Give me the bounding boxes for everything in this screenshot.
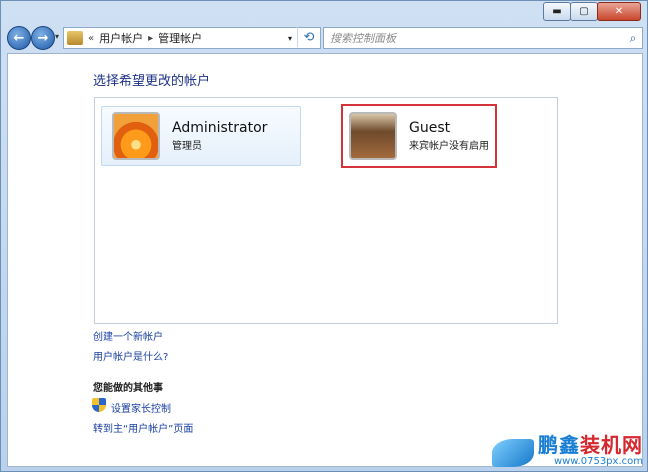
- breadcrumb-item-manage-accounts[interactable]: 管理帐户: [158, 30, 202, 46]
- recent-pages-dropdown[interactable]: ▾: [55, 32, 59, 41]
- window: ▬ ▢ ✕ ← → ▾ « 用户帐户 ▸ 管理帐户 ▾ ⟲ 搜索控制面板 ⌕ 选…: [0, 0, 648, 472]
- account-name: Guest: [409, 120, 451, 136]
- address-dropdown-icon[interactable]: ▾: [288, 34, 292, 43]
- address-bar[interactable]: « 用户帐户 ▸ 管理帐户 ▾: [63, 27, 321, 49]
- content-area: 选择希望更改的帐户 Administrator 管理员 Guest 来宾帐户没有…: [7, 53, 643, 467]
- page-title: 选择希望更改的帐户: [93, 74, 211, 89]
- search-input[interactable]: 搜索控制面板: [330, 30, 624, 46]
- briefcase-avatar-icon: [349, 112, 397, 160]
- other-tasks-heading: 您能做的其他事: [93, 383, 163, 394]
- maximize-button[interactable]: ▢: [570, 2, 598, 21]
- main-user-accounts-link[interactable]: 转到主“用户帐户”页面: [93, 420, 193, 435]
- forward-button[interactable]: →: [31, 26, 55, 50]
- create-account-link[interactable]: 创建一个新帐户: [93, 328, 163, 343]
- site-logo-icon: [492, 439, 534, 467]
- chevron-down-icon: ▾: [55, 32, 60, 41]
- chevron-right-icon[interactable]: ▸: [148, 33, 153, 44]
- search-box[interactable]: 搜索控制面板 ⌕: [323, 27, 643, 49]
- refresh-icon: ⟲: [303, 29, 315, 45]
- arrow-right-icon: →: [37, 30, 49, 46]
- breadcrumb-item-user-accounts[interactable]: 用户帐户: [99, 30, 143, 46]
- account-tile-administrator[interactable]: Administrator 管理员: [101, 106, 301, 166]
- uac-shield-icon: [92, 398, 106, 412]
- close-button[interactable]: ✕: [597, 2, 641, 21]
- flower-avatar-icon: [112, 112, 160, 160]
- refresh-button[interactable]: ⟲: [297, 27, 320, 47]
- watermark-title: 鹏鑫装机网: [538, 433, 643, 457]
- breadcrumb-overflow[interactable]: «: [88, 33, 94, 44]
- watermark: 鹏鑫装机网 www.0753px.com: [492, 434, 643, 467]
- search-icon[interactable]: ⌕: [624, 31, 642, 46]
- back-button[interactable]: ←: [7, 26, 31, 50]
- title-bar: ▬ ▢ ✕: [1, 1, 647, 23]
- account-status: 来宾帐户没有启用: [409, 141, 489, 152]
- account-tile-guest[interactable]: Guest 来宾帐户没有启用: [341, 104, 497, 168]
- watermark-url: www.0753px.com: [553, 456, 643, 467]
- account-role: 管理员: [172, 141, 202, 152]
- what-is-user-account-link[interactable]: 用户帐户是什么?: [93, 348, 168, 363]
- account-name: Administrator: [172, 120, 268, 136]
- accounts-panel: Administrator 管理员 Guest 来宾帐户没有启用: [94, 97, 558, 324]
- arrow-left-icon: ←: [13, 30, 25, 46]
- parental-controls-link[interactable]: 设置家长控制: [111, 400, 171, 415]
- window-controls: ▬ ▢ ✕: [543, 2, 641, 21]
- user-accounts-icon: [67, 31, 83, 45]
- navigation-bar: ← → ▾ « 用户帐户 ▸ 管理帐户 ▾ ⟲ 搜索控制面板 ⌕: [1, 23, 647, 51]
- minimize-button[interactable]: ▬: [543, 2, 571, 21]
